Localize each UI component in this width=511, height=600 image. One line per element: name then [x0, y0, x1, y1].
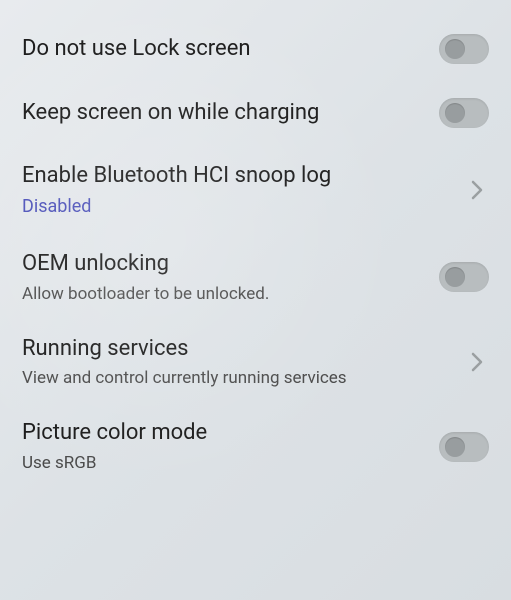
setting-subtitle: Allow bootloader to be unlocked.	[22, 283, 427, 305]
chevron-right-icon	[465, 178, 489, 202]
setting-text: Enable Bluetooth HCI snoop log Disabled	[22, 162, 465, 218]
toggle-oem-unlocking[interactable]	[439, 262, 489, 292]
setting-bluetooth-hci[interactable]: Enable Bluetooth HCI snoop log Disabled	[22, 146, 489, 236]
setting-subtitle: View and control currently running servi…	[22, 367, 453, 389]
setting-text: Keep screen on while charging	[22, 99, 439, 128]
settings-list: Do not use Lock screen Keep screen on wh…	[0, 0, 511, 490]
setting-picture-color[interactable]: Picture color mode Use sRGB	[22, 405, 489, 490]
setting-subtitle: Disabled	[22, 195, 453, 218]
setting-title: Enable Bluetooth HCI snoop log	[22, 162, 453, 191]
toggle-picture-color[interactable]	[439, 432, 489, 462]
setting-title: Keep screen on while charging	[22, 99, 427, 128]
setting-title: Do not use Lock screen	[22, 35, 427, 64]
setting-lock-screen[interactable]: Do not use Lock screen	[22, 18, 489, 82]
setting-text: OEM unlocking Allow bootloader to be unl…	[22, 250, 439, 305]
setting-text: Picture color mode Use sRGB	[22, 419, 439, 474]
setting-keep-screen[interactable]: Keep screen on while charging	[22, 82, 489, 146]
setting-title: Picture color mode	[22, 419, 427, 448]
setting-title: Running services	[22, 335, 453, 364]
setting-text: Do not use Lock screen	[22, 35, 439, 64]
setting-subtitle: Use sRGB	[22, 452, 427, 474]
setting-title: OEM unlocking	[22, 250, 427, 279]
chevron-right-icon	[465, 350, 489, 374]
setting-oem-unlocking[interactable]: OEM unlocking Allow bootloader to be unl…	[22, 236, 489, 321]
setting-running-services[interactable]: Running services View and control curren…	[22, 321, 489, 406]
toggle-keep-screen[interactable]	[439, 98, 489, 128]
setting-text: Running services View and control curren…	[22, 335, 465, 390]
toggle-lock-screen[interactable]	[439, 34, 489, 64]
